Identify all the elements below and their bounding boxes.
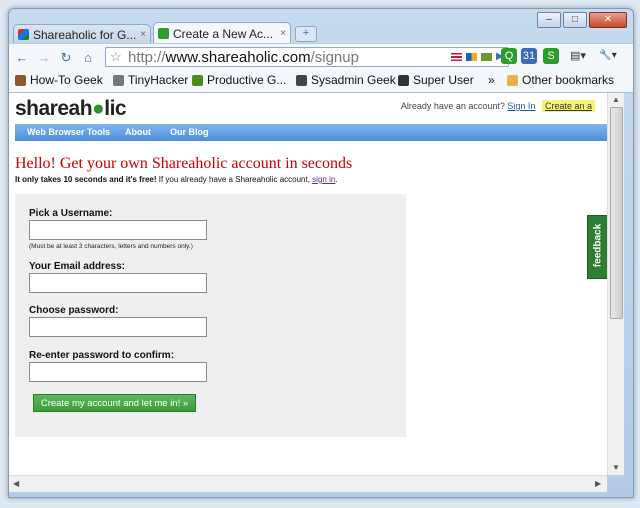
bookmark-super-user[interactable]: Super User [398,73,474,87]
horizontal-scrollbar[interactable]: ◀ ▶ [9,475,607,492]
reload-button[interactable]: ↻ [57,49,75,67]
tinyhacker-icon [113,74,124,86]
how-to-geek-icon [15,74,26,86]
logo-text-start: shareah [15,97,93,120]
page-heading: Hello! Get your own Shareaholic account … [15,155,353,172]
scroll-right-arrow-icon[interactable]: ▶ [595,479,601,488]
bookmark-star-icon[interactable]: ☆ [110,49,122,65]
bookmark-how-to-geek[interactable]: How-To Geek [15,73,103,87]
bookmark-sysadmin-geek[interactable]: Sysadmin Geek [296,73,396,87]
sign-in-link[interactable]: Sign In [507,101,535,111]
bookmark-tinyhacker[interactable]: TinyHacker [113,73,188,87]
bookmark-label: Sysadmin Geek [311,73,396,87]
url-path: /signup [310,49,359,66]
confirm-password-label: Re-enter password to confirm: [29,350,175,361]
browser-window: – □ ✕ Shareaholic for G... × Create a Ne… [8,8,634,498]
bookmarks-bar: How-To Geek TinyHacker Productive G... S… [9,70,633,93]
us-flag-icon[interactable] [451,53,462,61]
desktop-background: – □ ✕ Shareaholic for G... × Create a Ne… [0,0,640,508]
site-navbar: Web Browser Tools About Our Blog [15,124,607,141]
url-text[interactable]: http://www.shareaholic.com/signup [128,49,359,66]
feedback-label: feedback [592,223,604,268]
password-label: Choose password: [29,305,119,316]
bookmark-label: Productive G... [207,73,287,87]
page-menu-icon[interactable]: ▤▾ [567,48,589,64]
sign-in-inline-link[interactable]: sign in [312,175,335,184]
password-input[interactable] [29,317,207,337]
username-input[interactable] [29,220,207,240]
username-hint: (Must be at least 3 characters, letters … [29,243,193,250]
minimize-button[interactable]: – [537,12,561,28]
extension-flag-icon[interactable] [466,53,477,61]
url-prefix: http:// [128,49,166,66]
nav-web-browser-tools[interactable]: Web Browser Tools [27,127,110,137]
feedback-tab[interactable]: feedback [587,215,607,279]
create-account-link[interactable]: Create an a [541,100,595,112]
nav-our-blog[interactable]: Our Blog [170,127,209,137]
scroll-left-arrow-icon[interactable]: ◀ [13,479,19,488]
home-button[interactable]: ⌂ [79,49,97,67]
tab-title: Create a New Ac... [173,26,274,41]
productive-geek-icon [192,74,203,86]
wrench-menu-icon[interactable]: 🔧▾ [595,48,621,64]
window-controls: – □ ✕ [537,12,627,28]
super-user-icon [398,74,409,86]
nav-about[interactable]: About [125,127,151,137]
logo-eye-icon: ● [92,97,105,120]
bookmark-productive-geek[interactable]: Productive G... [192,73,286,87]
confirm-password-input[interactable] [29,362,207,382]
vertical-scroll-thumb[interactable] [610,107,623,319]
bookmark-label: How-To Geek [30,73,103,87]
tab-close-icon[interactable]: × [140,29,146,40]
shareaholic-favicon-icon [158,28,169,39]
account-links: Already have an account? Sign In Create … [400,100,595,112]
tab-shareaholic-google[interactable]: Shareaholic for G... × [13,24,151,44]
tab-create-account[interactable]: Create a New Ac... × [153,22,291,44]
vertical-scrollbar[interactable]: ▲ ▼ [607,93,624,475]
email-input[interactable] [29,273,207,293]
address-bar[interactable]: ☆ http://www.shareaholic.com/signup ▶ [105,47,509,67]
other-bookmarks-folder[interactable]: Other bookmarks [507,73,614,87]
other-bookmarks-label: Other bookmarks [522,73,615,87]
shareaholic-extension-icon[interactable]: S [543,48,559,64]
browser-toolbar: ← → ↻ ⌂ ☆ http://www.shareaholic.com/sig… [9,43,633,71]
username-label: Pick a Username: [29,208,113,219]
subheading-text: If you already have a Shareaholic accoun… [156,175,313,184]
tab-strip: Shareaholic for G... × Create a New Ac..… [13,22,317,44]
google-favicon-icon [18,29,29,40]
forward-button[interactable]: → [35,49,53,67]
page-subheading: It only takes 10 seconds and it's free! … [15,175,338,184]
already-account-text: Already have an account? [400,101,505,111]
bookmark-label: TinyHacker [128,73,189,87]
calendar-extension-icon[interactable]: 31 [521,48,537,64]
tab-close-icon[interactable]: × [280,28,286,39]
url-host: www.shareaholic.com [165,49,311,66]
page-action-icon[interactable] [481,53,492,61]
tab-title: Shareaholic for G... [33,27,137,42]
close-window-button[interactable]: ✕ [589,12,627,28]
bookmark-label: Super User [413,73,474,87]
page-content: shareah●lic Already have an account? Sig… [9,93,607,475]
subheading-end: . [335,175,338,184]
email-label: Your Email address: [29,261,125,272]
scroll-up-arrow-icon[interactable]: ▲ [612,95,620,104]
logo-text-end: lic [104,97,127,120]
signup-form: Pick a Username: (Must be at least 3 cha… [15,194,406,437]
subheading-bold: It only takes 10 seconds and it's free! [15,175,157,184]
create-account-button[interactable]: Create my account and let me in! » [33,394,196,412]
shareaholic-logo[interactable]: shareah●lic [15,97,127,121]
sysadmin-geek-icon [296,74,307,86]
bookmarks-overflow-chevron[interactable]: » [488,73,495,87]
maximize-button[interactable]: □ [563,12,587,28]
folder-icon [507,74,518,86]
new-tab-button[interactable]: + [295,26,317,42]
back-button[interactable]: ← [13,49,31,67]
scroll-down-arrow-icon[interactable]: ▼ [612,463,620,472]
search-extension-icon[interactable]: Q [501,48,517,64]
